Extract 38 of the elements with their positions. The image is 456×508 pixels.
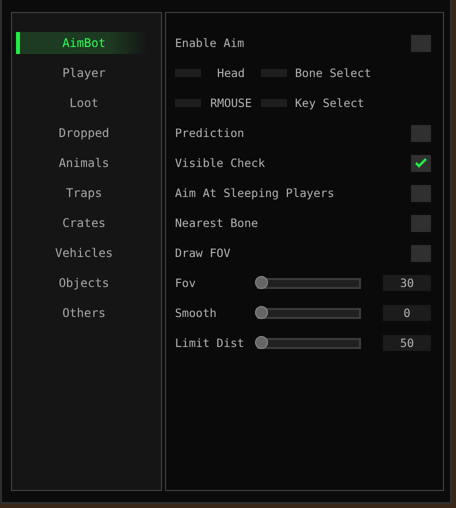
checkbox[interactable] — [411, 214, 431, 232]
check-icon — [415, 158, 427, 168]
value-field[interactable]: 50 — [383, 335, 431, 351]
sidebar-tab[interactable]: Traps — [16, 182, 148, 204]
sidebar-tab[interactable]: Animals — [16, 152, 148, 174]
checkbox[interactable] — [411, 124, 431, 142]
setting-label: Bone Select — [295, 66, 372, 80]
setting-label: Fov — [175, 276, 196, 290]
slider-thumb[interactable] — [255, 336, 268, 348]
setting-label: Enable Aim — [175, 36, 246, 50]
setting-label: Prediction — [175, 126, 246, 140]
sidebar-tab[interactable]: Others — [16, 302, 148, 324]
dropdown-field[interactable]: Head — [175, 66, 287, 80]
checkbox[interactable] — [411, 154, 431, 172]
value-field[interactable]: 30 — [383, 275, 431, 291]
value-field[interactable]: 0 — [383, 305, 431, 321]
sidebar-tab[interactable]: Crates — [16, 212, 148, 234]
checkbox[interactable] — [411, 244, 431, 262]
slider-thumb[interactable] — [255, 276, 268, 288]
checkbox[interactable] — [411, 184, 431, 202]
sidebar-tab[interactable]: Dropped — [16, 122, 148, 144]
setting-label: Visible Check — [175, 156, 266, 170]
setting-label: Nearest Bone — [175, 216, 260, 230]
sidebar-tab[interactable]: Vehicles — [16, 242, 148, 264]
setting-label: Draw FOV — [175, 246, 232, 260]
setting-label: Key Select — [295, 96, 364, 110]
sidebar-tab[interactable]: Loot — [16, 92, 148, 114]
slider-track[interactable] — [257, 308, 361, 318]
setting-label: Aim At Sleeping Players — [175, 186, 336, 200]
slider-track[interactable] — [257, 338, 361, 348]
setting-label: Limit Dist — [175, 336, 244, 350]
setting-label: Smooth — [175, 306, 217, 320]
slider-track[interactable] — [257, 278, 361, 288]
dropdown-field[interactable]: RMOUSE — [175, 96, 287, 110]
slider-thumb[interactable] — [255, 306, 268, 318]
checkbox[interactable] — [411, 34, 431, 52]
sidebar-tab[interactable]: Objects — [16, 272, 148, 294]
sidebar-tab[interactable]: Player — [16, 62, 148, 84]
